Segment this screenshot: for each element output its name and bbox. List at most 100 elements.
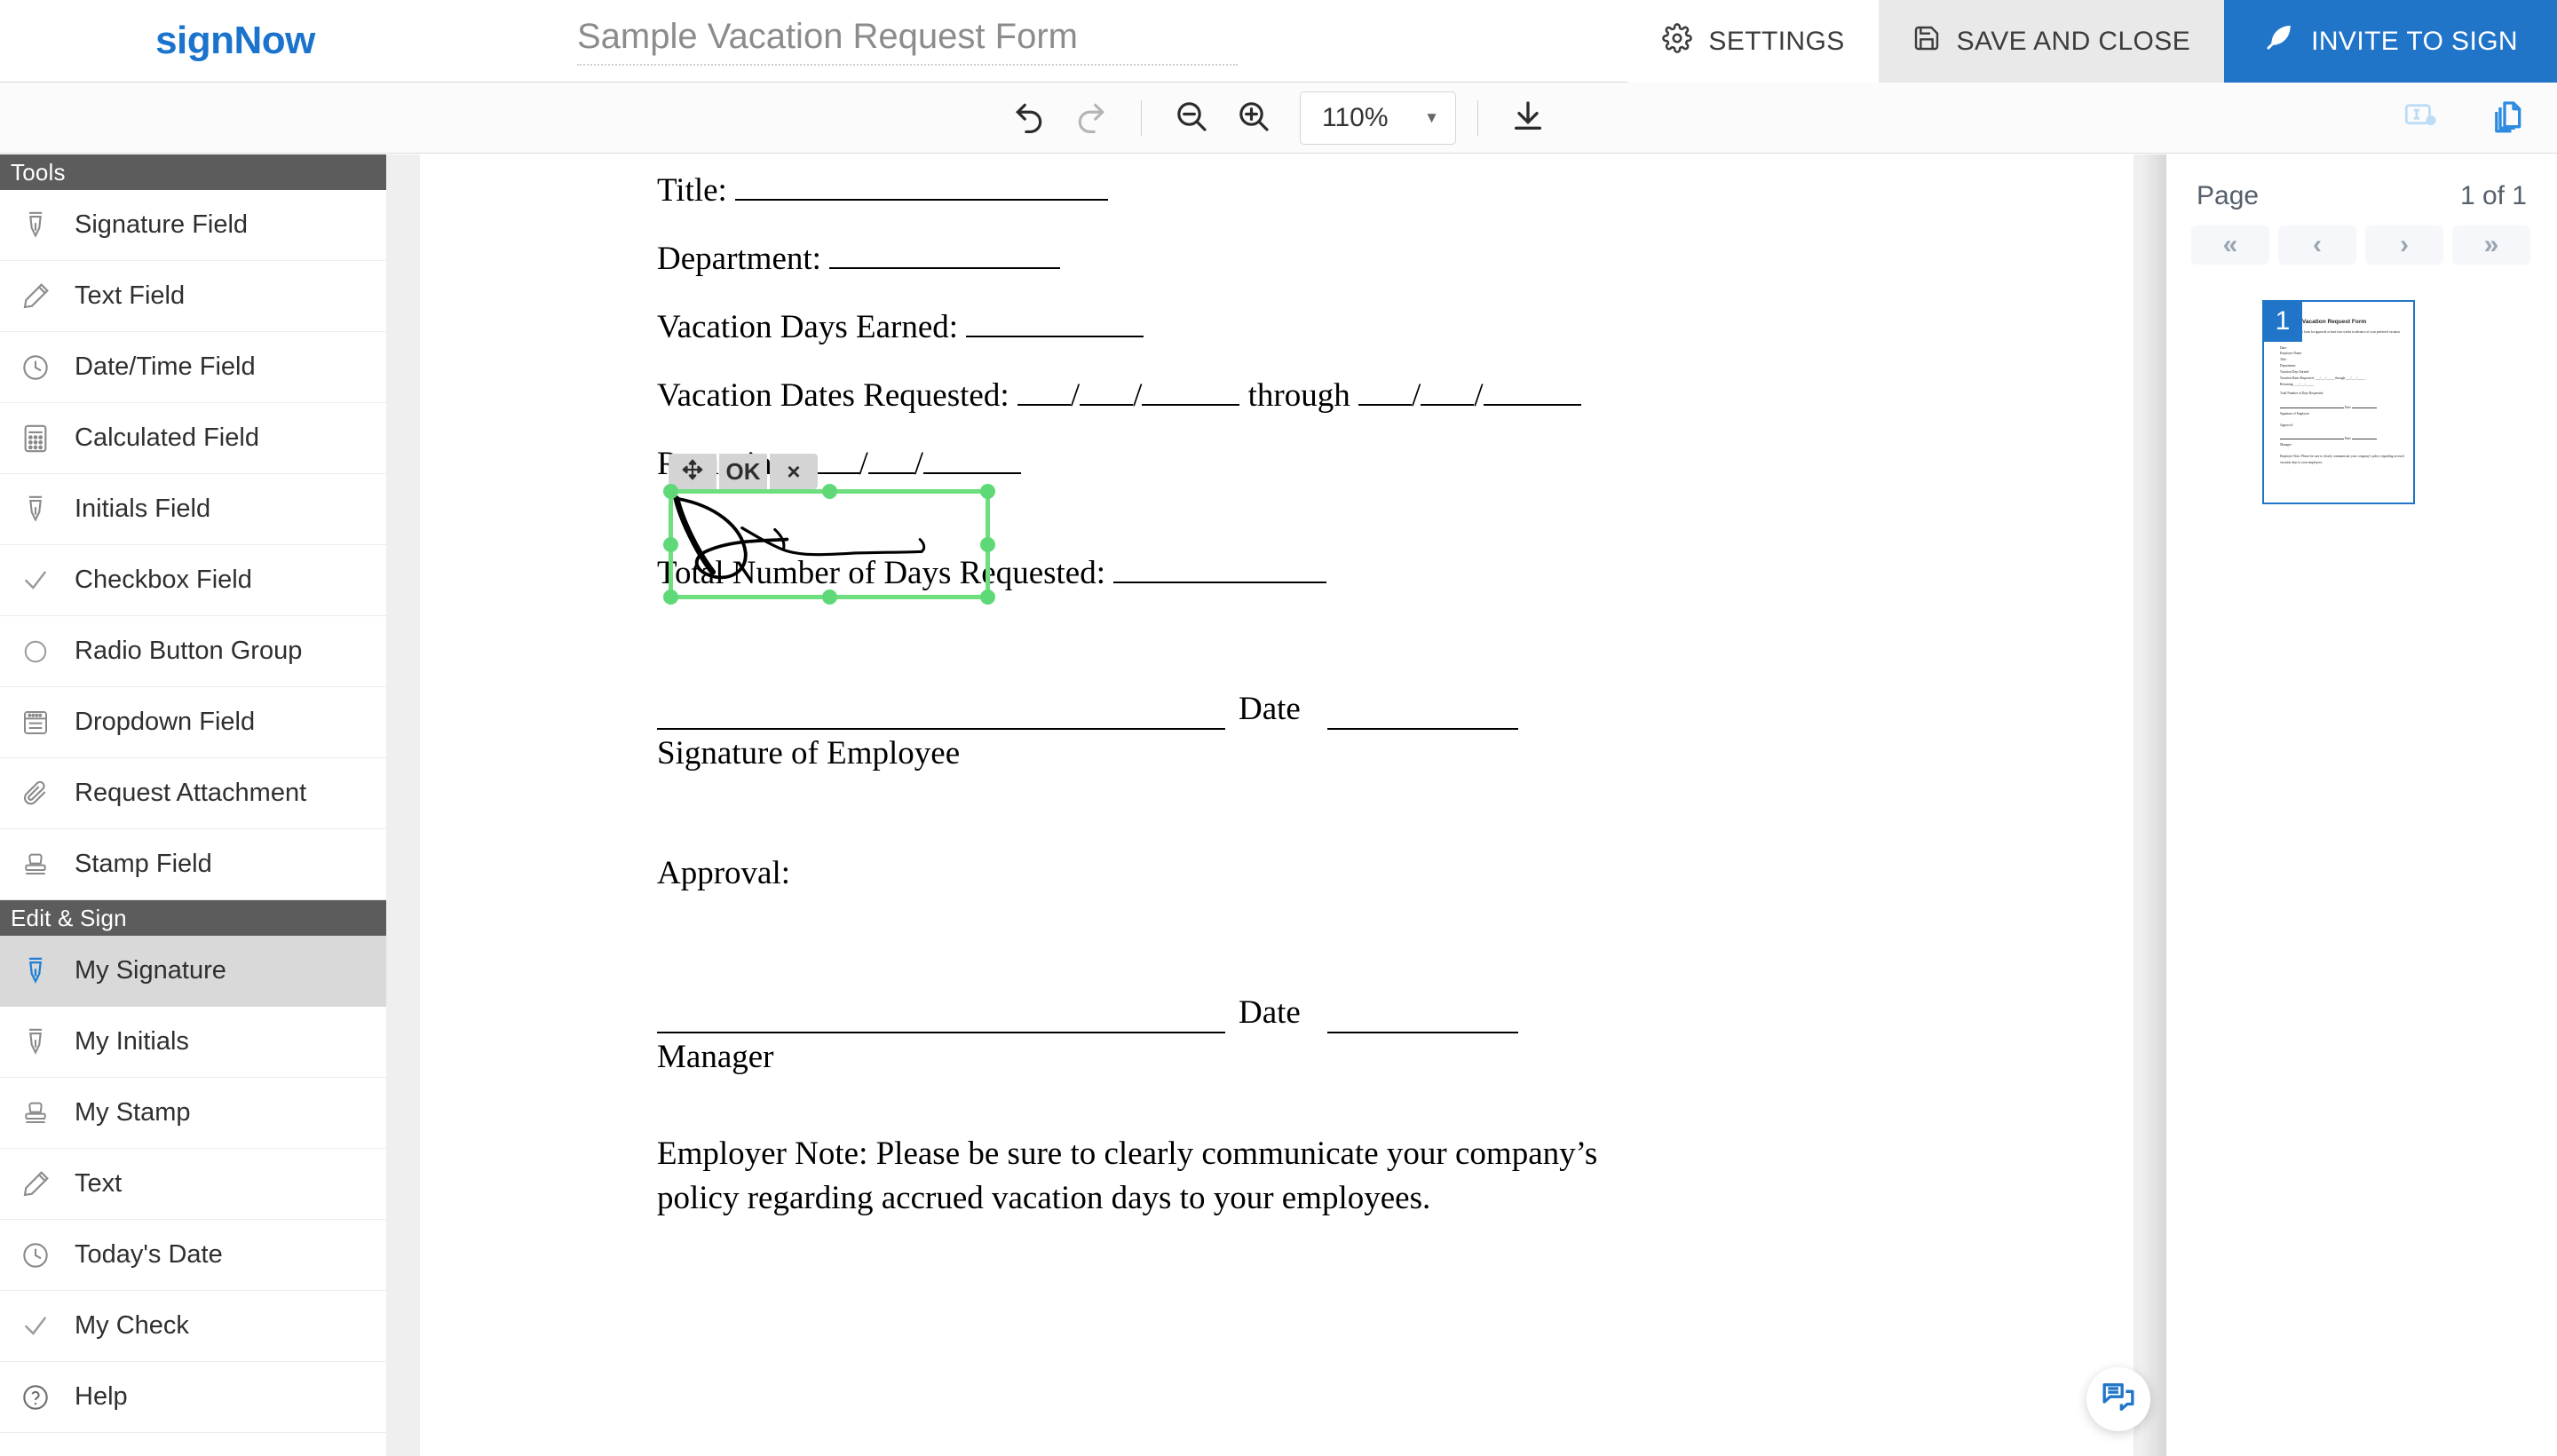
download-button[interactable] xyxy=(1500,90,1556,146)
sidebar-item-text-field[interactable]: Text Field xyxy=(0,261,386,332)
zoom-in-icon xyxy=(1236,99,1271,138)
employee-signature-rule xyxy=(657,728,1225,730)
thumbnail-note: Employer Note: Please be sure to clearly… xyxy=(2280,454,2404,465)
document-title-wrap: Sample Vacation Request Form xyxy=(471,0,1628,82)
invite-label: INVITE TO SIGN xyxy=(2311,27,2518,57)
pages-panel-header: Page 1 of 1 xyxy=(2166,154,2557,218)
resize-handle-bottom-right[interactable] xyxy=(980,590,995,605)
resize-handle-top-center[interactable] xyxy=(822,484,837,499)
zoom-out-icon xyxy=(1174,99,1209,138)
field-settings-icon xyxy=(2404,100,2440,137)
undo-button[interactable] xyxy=(1001,90,1057,146)
pencil-icon xyxy=(20,281,51,313)
pages-button[interactable] xyxy=(2481,90,2537,146)
pencil-icon xyxy=(20,1168,51,1200)
resize-handle-top-left[interactable] xyxy=(663,484,678,499)
toolbar-divider xyxy=(1141,100,1142,136)
logo[interactable]: signNow xyxy=(0,0,471,82)
zoom-level-value: 110% xyxy=(1322,103,1389,133)
field-label: Vacation Dates Requested: xyxy=(657,377,1009,414)
form-row-title: Title: xyxy=(657,174,2042,207)
signature-caption: Signature of Employee xyxy=(657,737,2042,770)
thumbnail-manager-row: Date xyxy=(2280,436,2408,442)
sidebar-item-label: Stamp Field xyxy=(75,850,212,879)
form-row-vacation-dates: Vacation Dates Requested: // through // xyxy=(657,379,2042,412)
signature-drawing xyxy=(673,494,986,595)
sidebar-item-label: Checkbox Field xyxy=(75,566,252,595)
sidebar-item-date-time-field[interactable]: Date/Time Field xyxy=(0,332,386,403)
stamp-icon xyxy=(20,1097,51,1129)
resize-handle-bottom-left[interactable] xyxy=(663,590,678,605)
document-canvas[interactable]: Title: Department: Vacation Days Earned:… xyxy=(386,154,2166,1456)
zoom-in-button[interactable] xyxy=(1225,90,1282,146)
tools-sidebar: Tools Signature Field Text Field xyxy=(0,154,386,1456)
sidebar-item-my-signature[interactable]: My Signature xyxy=(0,936,386,1007)
resize-handle-top-right[interactable] xyxy=(980,484,995,499)
prev-page-button[interactable]: ‹ xyxy=(2278,226,2356,265)
vacation-days-blank xyxy=(966,336,1144,337)
thumbnail-line: Employee Name: xyxy=(2280,351,2408,357)
last-page-button[interactable]: » xyxy=(2452,226,2530,265)
document-title-input[interactable]: Sample Vacation Request Form xyxy=(577,17,1238,66)
clock-icon xyxy=(20,1239,51,1271)
sidebar-item-dropdown-field[interactable]: Dropdown Field xyxy=(0,687,386,758)
sidebar-item-label: Text xyxy=(75,1169,122,1199)
sidebar-item-calculated-field[interactable]: Calculated Field xyxy=(0,403,386,474)
thumbnail-manager: Manager xyxy=(2280,442,2408,448)
form-row-department: Department: xyxy=(657,242,2042,275)
redo-button[interactable] xyxy=(1063,90,1120,146)
sidebar-item-my-initials[interactable]: My Initials xyxy=(0,1007,386,1078)
save-and-close-button[interactable]: SAVE AND CLOSE xyxy=(1879,0,2224,83)
gear-icon xyxy=(1662,23,1692,60)
sidebar-item-stamp-field[interactable]: Stamp Field xyxy=(0,829,386,900)
sidebar-item-initials-field[interactable]: Initials Field xyxy=(0,474,386,545)
move-handle-button[interactable] xyxy=(669,454,716,489)
date-label: Date xyxy=(1239,996,1301,1029)
chat-button[interactable] xyxy=(2086,1367,2150,1431)
sidebar-item-signature-field[interactable]: Signature Field xyxy=(0,190,386,261)
thumbnail-line: Title: xyxy=(2280,357,2408,363)
manager-signature-rule xyxy=(657,1032,1225,1033)
pen-nib-icon xyxy=(20,1026,51,1058)
pen-nib-icon xyxy=(20,494,51,526)
sidebar-item-my-check[interactable]: My Check xyxy=(0,1291,386,1362)
sidebar-item-my-stamp[interactable]: My Stamp xyxy=(0,1078,386,1149)
settings-button[interactable]: SETTINGS xyxy=(1628,0,1878,83)
page-thumbnail[interactable]: 1 Sample Vacation Request Form Please su… xyxy=(2262,300,2415,504)
sidebar-item-todays-date[interactable]: Today's Date xyxy=(0,1220,386,1291)
sidebar-item-request-attachment[interactable]: Request Attachment xyxy=(0,758,386,829)
sidebar-item-label: My Signature xyxy=(75,956,226,985)
sidebar-item-text[interactable]: Text xyxy=(0,1149,386,1220)
signature-close-button[interactable]: × xyxy=(770,454,818,489)
zoom-level-select[interactable]: 110% ▼ xyxy=(1300,91,1456,145)
field-settings-button[interactable] xyxy=(2394,90,2450,146)
invite-to-sign-button[interactable]: INVITE TO SIGN xyxy=(2224,0,2557,83)
sidebar-item-label: Calculated Field xyxy=(75,423,259,453)
document-page[interactable]: Title: Department: Vacation Days Earned:… xyxy=(420,154,2133,1456)
employee-date-rule xyxy=(1327,728,1518,730)
thumbnail-line: Vacation Dates Requested: ___/___/_____ … xyxy=(2280,376,2408,382)
first-page-button[interactable]: « xyxy=(2191,226,2269,265)
stamp-icon xyxy=(20,849,51,881)
sidebar-item-checkbox-field[interactable]: Checkbox Field xyxy=(0,545,386,616)
sidebar-item-help[interactable]: Help xyxy=(0,1362,386,1433)
sidebar-item-radio-button-group[interactable]: Radio Button Group xyxy=(0,616,386,687)
section-header-tools: Tools xyxy=(0,154,386,190)
sidebar-item-label: Date/Time Field xyxy=(75,352,256,382)
department-blank xyxy=(829,267,1060,269)
manager-date-rule xyxy=(1327,1032,1518,1033)
employer-note: Employer Note: Please be sure to clearly… xyxy=(657,1132,1678,1221)
pen-nib-icon xyxy=(20,210,51,241)
resize-handle-middle-left[interactable] xyxy=(663,537,678,552)
editor-toolbar: 110% ▼ xyxy=(0,83,2557,154)
thumbnail-signature-row: Date xyxy=(2280,405,2408,411)
resize-handle-bottom-center[interactable] xyxy=(822,590,837,605)
zoom-out-button[interactable] xyxy=(1163,90,1220,146)
next-page-button[interactable]: › xyxy=(2365,226,2443,265)
signature-selection-box[interactable] xyxy=(669,489,990,599)
signature-ok-button[interactable]: OK xyxy=(719,454,767,489)
resize-handle-middle-right[interactable] xyxy=(980,537,995,552)
settings-label: SETTINGS xyxy=(1708,27,1844,57)
sidebar-item-label: Radio Button Group xyxy=(75,637,302,666)
check-icon xyxy=(20,565,51,597)
